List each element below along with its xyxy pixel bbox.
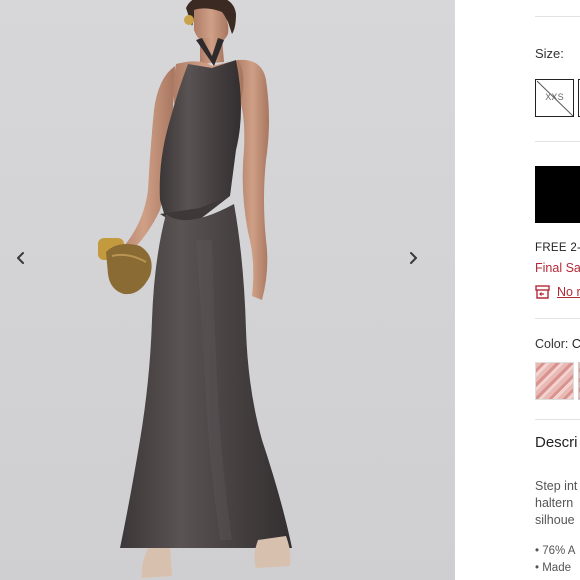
color-label-text: Color:: [535, 337, 569, 351]
chevron-right-icon: [410, 252, 417, 264]
right-shoe: [254, 536, 291, 568]
description-bullet: • 76% A: [535, 545, 576, 557]
shipping-text: FREE 2-I: [535, 242, 580, 254]
final-sale-text: Final Sa: [535, 261, 580, 275]
return-policy-row[interactable]: No r: [535, 285, 580, 299]
divider: [535, 16, 580, 17]
gallery-prev-button[interactable]: [9, 246, 33, 270]
size-option-xxs[interactable]: XXS: [535, 79, 574, 117]
model-earring: [184, 15, 194, 25]
product-details-panel: Size: XXS FREE 2-I Final Sa No r Color: …: [455, 0, 580, 580]
color-label: Color: C: [535, 337, 580, 351]
product-gallery: [0, 0, 455, 580]
divider: [535, 419, 580, 420]
add-to-bag-button[interactable]: [535, 166, 580, 223]
description-bullet: • Made: [535, 562, 571, 574]
color-swatch-selected[interactable]: [535, 362, 574, 400]
return-box-icon: [535, 285, 550, 299]
divider: [535, 318, 580, 319]
return-policy-link[interactable]: No r: [557, 285, 580, 299]
left-shoe: [141, 548, 172, 578]
description-heading[interactable]: Descri: [535, 434, 578, 451]
description-line: silhoue: [535, 513, 575, 527]
size-label: Size:: [535, 46, 564, 61]
size-option-label: XXS: [545, 92, 564, 102]
chevron-left-icon: [17, 252, 24, 264]
gallery-next-button[interactable]: [401, 246, 425, 270]
description-line: Step int: [535, 479, 578, 493]
product-photo: [0, 0, 455, 580]
divider: [535, 141, 580, 142]
description-line: haltern: [535, 496, 574, 510]
color-value: C: [571, 337, 580, 351]
